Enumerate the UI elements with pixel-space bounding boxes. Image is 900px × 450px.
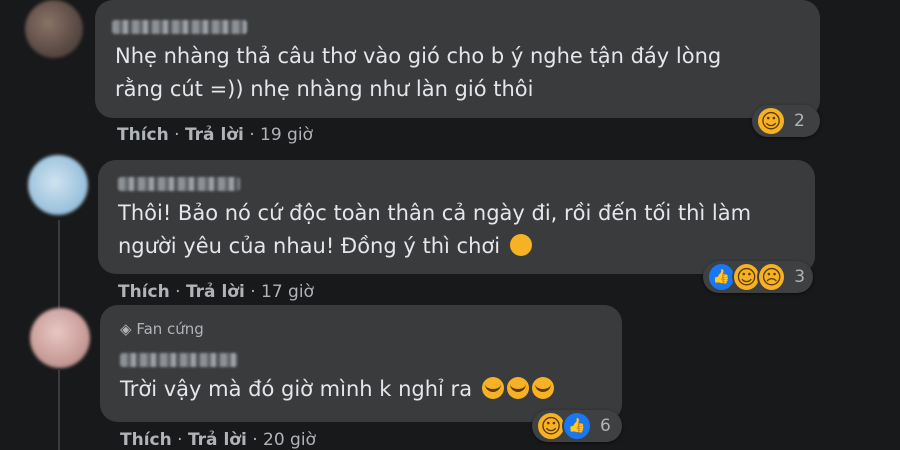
comment-actions: Thích · Trả lời · 19 giờ: [117, 125, 313, 145]
commenter-name[interactable]: [118, 177, 240, 191]
rofl-emoji-icon: [506, 377, 529, 399]
thread-line: [58, 370, 60, 450]
fan-badge: ◈ Fan cứng: [120, 320, 204, 338]
like-action[interactable]: Thích: [117, 125, 169, 145]
commenter-name[interactable]: [112, 20, 247, 34]
avatar[interactable]: [25, 0, 83, 58]
like-icon: 👍: [562, 411, 592, 441]
thread-line: [58, 220, 60, 310]
avatar[interactable]: [28, 155, 88, 215]
reaction-summary[interactable]: ☺ 2: [752, 105, 820, 137]
reply-action[interactable]: Trả lời: [186, 282, 245, 302]
reaction-count: 3: [794, 267, 806, 287]
separator: ·: [175, 282, 181, 302]
reaction-count: 6: [600, 416, 611, 436]
reaction-count: 2: [794, 111, 805, 131]
comment-actions: Thích · Trả lời · 17 giờ: [118, 282, 314, 302]
comment-actions: Thích · Trả lời · 20 giờ: [120, 430, 316, 450]
like-action[interactable]: Thích: [120, 430, 172, 450]
wow-icon: ☹: [757, 262, 787, 292]
separator: ·: [250, 282, 256, 302]
relieved-emoji-icon: [509, 234, 532, 256]
comment-text: Nhẹ nhàng thả câu thơ vào gió cho b ý ng…: [115, 44, 722, 101]
haha-icon: ☺: [756, 106, 786, 136]
comment-text: Thôi! Bảo nó cứ độc toàn thân cả ngày đi…: [118, 201, 752, 258]
timestamp[interactable]: 19 giờ: [260, 125, 313, 145]
comment-text: Trời vậy mà đó giờ mình k nghỉ ra: [120, 373, 554, 406]
rofl-emoji-icon: [481, 377, 504, 399]
separator: ·: [177, 430, 183, 450]
reaction-summary[interactable]: 👍 ☺ ☹ 3: [703, 261, 813, 293]
reply-action[interactable]: Trả lời: [185, 125, 244, 145]
avatar[interactable]: [30, 308, 90, 368]
commenter-name[interactable]: [120, 353, 238, 367]
separator: ·: [252, 430, 258, 450]
like-action[interactable]: Thích: [118, 282, 170, 302]
reply-action[interactable]: Trả lời: [188, 430, 247, 450]
reaction-summary[interactable]: ☺ 👍 6: [532, 410, 622, 442]
timestamp[interactable]: 20 giờ: [263, 430, 316, 450]
rofl-emoji-icon: [531, 377, 554, 399]
separator: ·: [249, 125, 255, 145]
diamond-icon: ◈: [120, 320, 132, 338]
timestamp[interactable]: 17 giờ: [261, 282, 314, 302]
separator: ·: [174, 125, 180, 145]
